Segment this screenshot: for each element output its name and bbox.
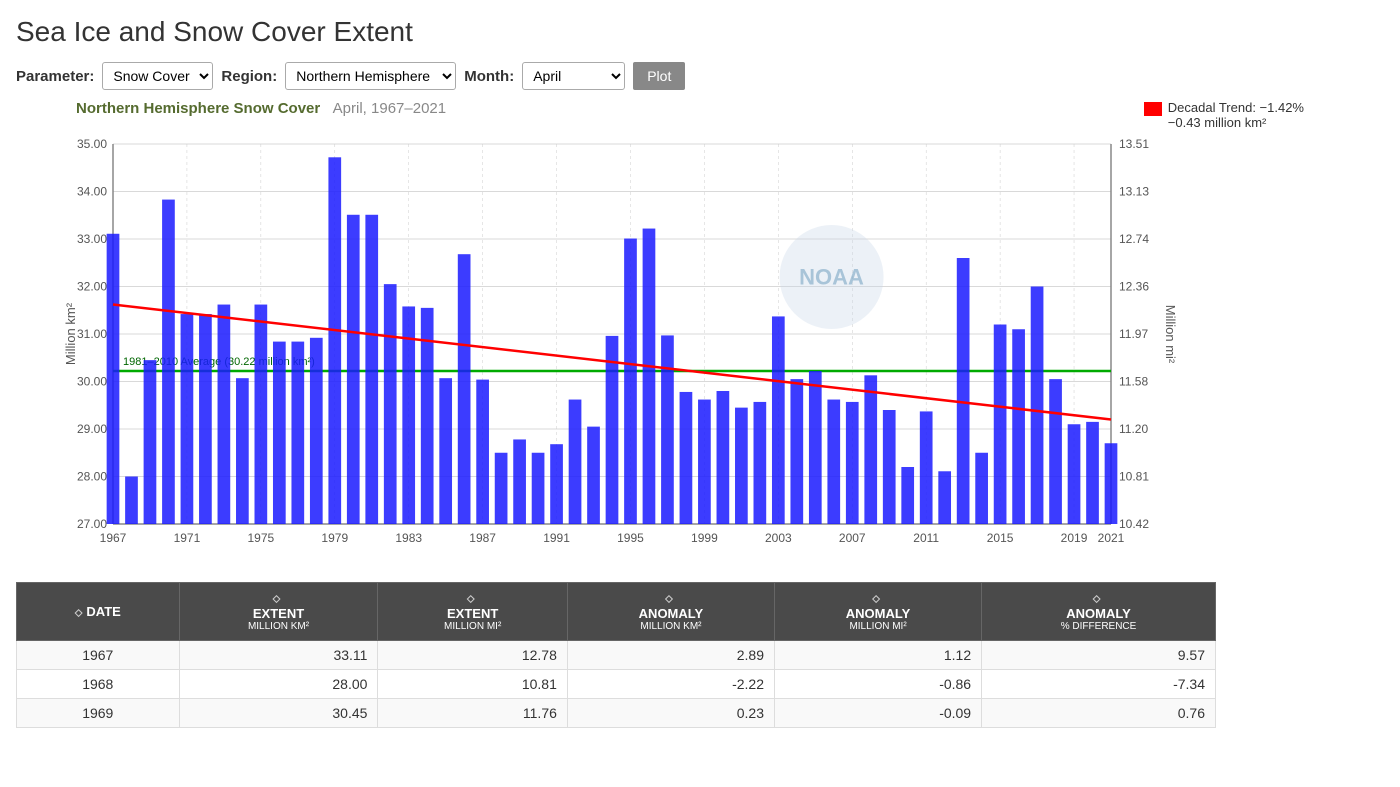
- trend-color-box: [1144, 102, 1162, 116]
- svg-text:28.00: 28.00: [77, 470, 107, 484]
- parameter-select[interactable]: Sea Ice Snow Cover: [102, 62, 213, 90]
- svg-text:2015: 2015: [987, 531, 1014, 545]
- svg-text:2007: 2007: [839, 531, 866, 545]
- cell-date: 1969: [17, 699, 180, 728]
- cell-anom-mi: -0.09: [775, 699, 982, 728]
- svg-text:32.00: 32.00: [77, 280, 107, 294]
- cell-ext-km: 30.45: [179, 699, 378, 728]
- svg-text:1987: 1987: [469, 531, 496, 545]
- cell-anom-pct: -7.34: [982, 670, 1216, 699]
- plot-button[interactable]: Plot: [633, 62, 685, 90]
- col-anomaly-km[interactable]: ⬦ ANOMALY MILLION KM²: [567, 583, 774, 641]
- col-date[interactable]: ⬦DATE: [17, 583, 180, 641]
- svg-text:2011: 2011: [913, 531, 939, 545]
- parameter-label: Parameter:: [16, 68, 94, 85]
- svg-text:12.36: 12.36: [1119, 280, 1149, 294]
- svg-text:Million km²: Million km²: [63, 302, 78, 365]
- svg-text:30.00: 30.00: [77, 375, 107, 389]
- svg-text:1995: 1995: [617, 531, 644, 545]
- data-table: ⬦DATE ⬦ EXTENT MILLION KM² ⬦ EXTENT MILL…: [16, 582, 1216, 728]
- svg-text:1999: 1999: [691, 531, 718, 545]
- svg-text:1975: 1975: [248, 531, 275, 545]
- chart-title-main: Northern Hemisphere Snow Cover: [76, 100, 320, 117]
- svg-text:13.13: 13.13: [1119, 185, 1149, 199]
- svg-text:34.00: 34.00: [77, 185, 107, 199]
- svg-text:10.81: 10.81: [1119, 470, 1149, 484]
- chart-container: 27.00 10.42 28.00 10.81 29.00 11.20 30.00 11.58…: [16, 134, 1216, 574]
- month-select[interactable]: JanuaryFebruaryMarch AprilMayJune JulyAu…: [522, 62, 625, 90]
- svg-text:35.00: 35.00: [77, 137, 107, 151]
- chart-header: Northern Hemisphere Snow Cover April, 19…: [16, 100, 1384, 130]
- svg-text:13.51: 13.51: [1119, 137, 1149, 151]
- svg-text:11.20: 11.20: [1119, 422, 1148, 436]
- table-body: 1967 33.11 12.78 2.89 1.12 9.57 1968 28.…: [17, 641, 1216, 728]
- svg-text:Million mi²: Million mi²: [1163, 305, 1178, 364]
- svg-text:1967: 1967: [100, 531, 127, 545]
- cell-anom-pct: 9.57: [982, 641, 1216, 670]
- col-anomaly-pct[interactable]: ⬦ ANOMALY % DIFFERENCE: [982, 583, 1216, 641]
- cell-anom-km: 2.89: [567, 641, 774, 670]
- svg-text:10.42: 10.42: [1119, 517, 1149, 531]
- svg-text:1979: 1979: [321, 531, 348, 545]
- table-header: ⬦DATE ⬦ EXTENT MILLION KM² ⬦ EXTENT MILL…: [17, 583, 1216, 641]
- svg-text:2021: 2021: [1098, 531, 1125, 545]
- cell-ext-km: 28.00: [179, 670, 378, 699]
- trend-label-2: −0.43 million km²: [1168, 115, 1304, 130]
- svg-text:1971: 1971: [174, 531, 201, 545]
- trend-label-1: Decadal Trend: −1.42%: [1168, 100, 1304, 115]
- col-anomaly-mi[interactable]: ⬦ ANOMALY MILLION MI²: [775, 583, 982, 641]
- page-title: Sea Ice and Snow Cover Extent: [16, 16, 1384, 48]
- cell-anom-pct: 0.76: [982, 699, 1216, 728]
- cell-anom-km: 0.23: [567, 699, 774, 728]
- svg-text:29.00: 29.00: [77, 422, 107, 436]
- svg-text:11.97: 11.97: [1119, 327, 1148, 341]
- svg-text:33.00: 33.00: [77, 232, 107, 246]
- chart-svg: 27.00 10.42 28.00 10.81 29.00 11.20 30.00 11.58…: [16, 134, 1216, 574]
- svg-text:1991: 1991: [543, 531, 570, 545]
- month-label: Month:: [464, 68, 514, 85]
- cell-ext-mi: 11.76: [378, 699, 567, 728]
- table-row: 1969 30.45 11.76 0.23 -0.09 0.76: [17, 699, 1216, 728]
- cell-anom-km: -2.22: [567, 670, 774, 699]
- col-extent-mi[interactable]: ⬦ EXTENT MILLION MI²: [378, 583, 567, 641]
- chart-title-sub: April, 1967–2021: [333, 100, 446, 117]
- cell-anom-mi: -0.86: [775, 670, 982, 699]
- col-extent-km[interactable]: ⬦ EXTENT MILLION KM²: [179, 583, 378, 641]
- cell-date: 1967: [17, 641, 180, 670]
- svg-text:NOAA: NOAA: [799, 265, 864, 290]
- svg-text:1983: 1983: [395, 531, 422, 545]
- svg-text:12.74: 12.74: [1119, 232, 1149, 246]
- svg-text:2003: 2003: [765, 531, 792, 545]
- table-row: 1967 33.11 12.78 2.89 1.12 9.57: [17, 641, 1216, 670]
- cell-anom-mi: 1.12: [775, 641, 982, 670]
- chart-area: 27.00 10.42 28.00 10.81 29.00 11.20 30.00 11.58…: [16, 134, 1216, 574]
- cell-ext-mi: 12.78: [378, 641, 567, 670]
- cell-ext-km: 33.11: [179, 641, 378, 670]
- region-select[interactable]: Northern Hemisphere Southern Hemisphere: [285, 62, 456, 90]
- table-row: 1968 28.00 10.81 -2.22 -0.86 -7.34: [17, 670, 1216, 699]
- svg-text:2019: 2019: [1061, 531, 1088, 545]
- svg-text:31.00: 31.00: [77, 327, 107, 341]
- region-label: Region:: [221, 68, 277, 85]
- svg-text:11.58: 11.58: [1119, 375, 1148, 389]
- cell-date: 1968: [17, 670, 180, 699]
- svg-text:27.00: 27.00: [77, 517, 107, 531]
- trend-legend: Decadal Trend: −1.42% −0.43 million km²: [1144, 100, 1304, 130]
- cell-ext-mi: 10.81: [378, 670, 567, 699]
- controls-bar: Parameter: Sea Ice Snow Cover Region: No…: [16, 62, 1384, 90]
